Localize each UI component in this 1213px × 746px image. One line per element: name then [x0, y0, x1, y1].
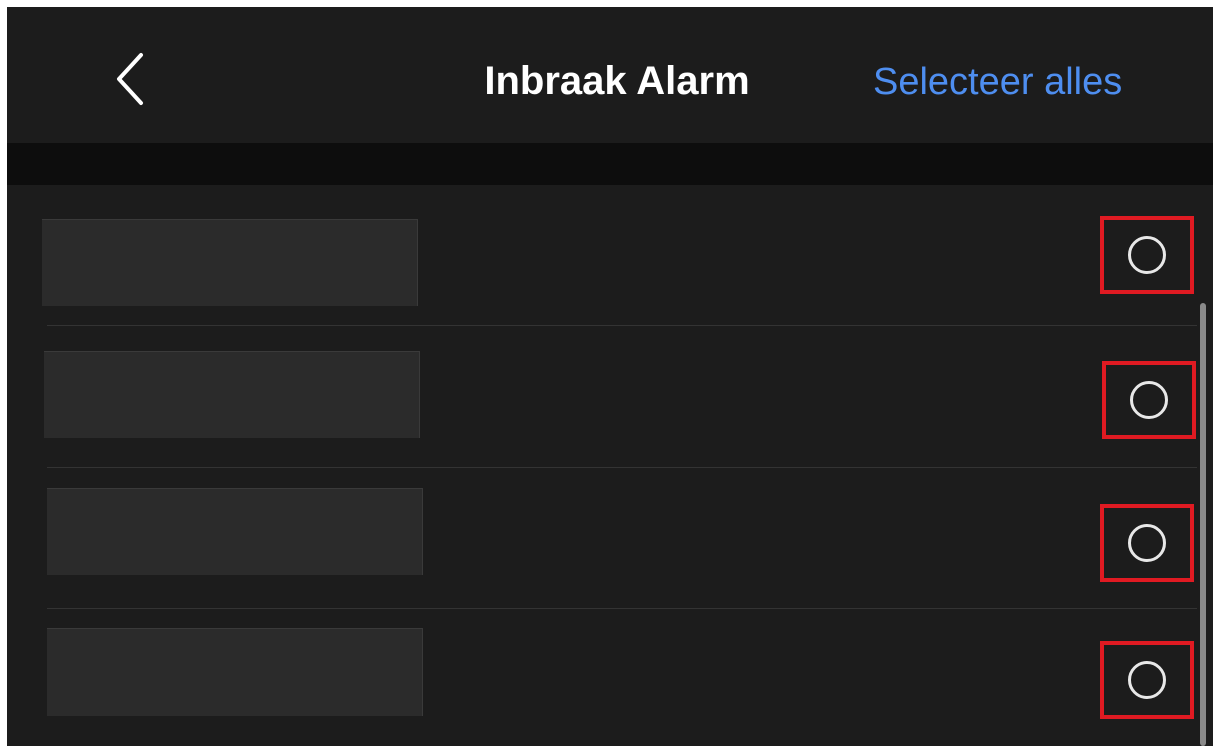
section-separator [7, 143, 1213, 185]
alarm-list [7, 185, 1213, 746]
select-radio[interactable] [1100, 641, 1194, 719]
screen: Inbraak Alarm Selecteer alles [7, 7, 1213, 746]
nav-bar: Inbraak Alarm Selecteer alles [7, 7, 1213, 143]
list-item[interactable] [7, 468, 1213, 609]
item-thumbnail [47, 628, 423, 716]
item-thumbnail [47, 488, 423, 575]
list-item[interactable] [7, 185, 1213, 326]
chevron-left-icon [117, 53, 143, 105]
back-button[interactable] [105, 49, 157, 109]
scrollbar[interactable] [1200, 303, 1206, 746]
radio-circle-icon [1128, 236, 1166, 274]
radio-circle-icon [1128, 524, 1166, 562]
list-item[interactable] [7, 326, 1213, 467]
page-title: Inbraak Alarm [484, 59, 750, 103]
select-radio[interactable] [1100, 504, 1194, 582]
item-thumbnail [44, 351, 420, 438]
item-thumbnail [42, 219, 418, 306]
select-radio[interactable] [1102, 361, 1196, 439]
radio-circle-icon [1128, 661, 1166, 699]
select-all-button[interactable]: Selecteer alles [873, 57, 1183, 107]
list-item[interactable] [7, 609, 1213, 746]
select-radio[interactable] [1100, 216, 1194, 294]
radio-circle-icon [1130, 381, 1168, 419]
